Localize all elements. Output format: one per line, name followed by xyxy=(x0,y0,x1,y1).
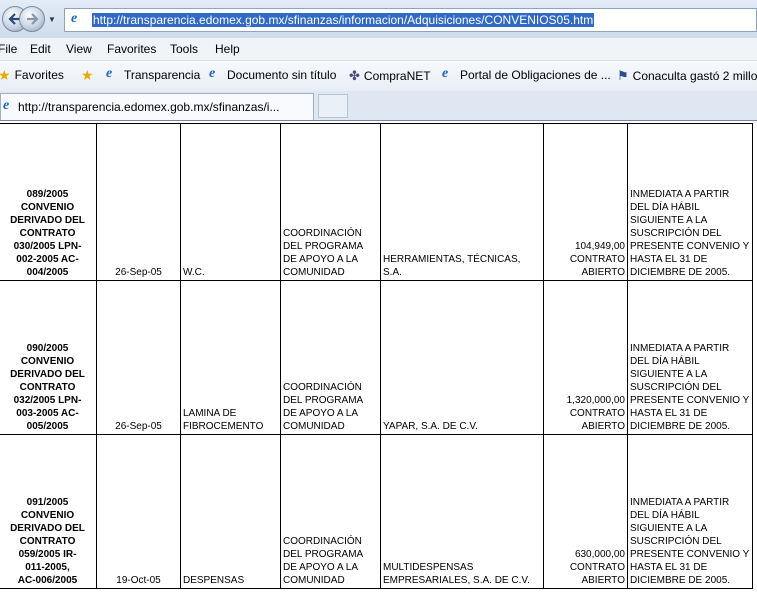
favorite-link-label: CompraNET xyxy=(363,69,431,83)
table-row: 091/2005 CONVENIO DERIVADO DEL CONTRATO … xyxy=(0,434,753,589)
recent-pages-dropdown-icon[interactable]: ▼ xyxy=(48,15,56,24)
browser-toolbar: ▼ e http://transparencia.edomex.gob.mx/s… xyxy=(0,0,757,38)
table-row: 089/2005 CONVENIO DERIVADO DEL CONTRATO … xyxy=(0,123,753,281)
favorite-link-label: Documento sin título xyxy=(227,68,337,82)
concept-cell: DESPENSAS xyxy=(180,434,281,589)
menu-help[interactable]: Help xyxy=(215,42,240,56)
add-favorite-star-icon: ★ xyxy=(81,67,94,83)
menu-tools[interactable]: Tools xyxy=(170,42,198,56)
date-cell: 26-Sep-05 xyxy=(96,280,181,435)
menu-favorites[interactable]: Favorites xyxy=(107,42,156,56)
menu-bar: File Edit View Favorites Tools Help xyxy=(0,38,757,60)
convenio-id-cell: 091/2005 CONVENIO DERIVADO DEL CONTRATO … xyxy=(0,434,97,589)
convenio-id: 089/2005 CONVENIO DERIVADO DEL CONTRATO … xyxy=(10,189,85,278)
add-to-favorites-button[interactable]: ★ xyxy=(81,68,94,82)
convenio-id: 091/2005 CONVENIO DERIVADO DEL CONTRATO … xyxy=(10,497,85,586)
date-cell: 26-Sep-05 xyxy=(96,123,181,281)
ie-page-icon: e xyxy=(209,66,216,81)
supplier-cell: MULTIDESPENSAS EMPRESARIALES, S.A. DE C.… xyxy=(380,434,544,589)
forward-button[interactable] xyxy=(19,6,45,32)
favorite-link-conaculta[interactable]: ⚑ Conaculta gastó 2 millo xyxy=(617,68,757,84)
ie-page-icon: e xyxy=(106,66,113,81)
convenios-table: 089/2005 CONVENIO DERIVADO DEL CONTRATO … xyxy=(0,123,753,589)
supplier-cell: YAPAR, S.A. DE C.V. xyxy=(380,280,544,435)
area-cell: COORDINACIÓN DEL PROGRAMA DE APOYO A LA … xyxy=(280,280,381,435)
term-cell: INMEDIATA A PARTIR DEL DÍA HÁBIL SIGUIEN… xyxy=(627,123,753,281)
new-tab-button[interactable] xyxy=(318,94,348,118)
compranet-icon: ✤ xyxy=(349,68,360,83)
page-content: 089/2005 CONVENIO DERIVADO DEL CONTRATO … xyxy=(0,120,757,593)
favorite-link-label: Portal de Obligaciones de ... xyxy=(460,68,611,82)
table-row: 090/2005 CONVENIO DERIVADO DEL CONTRATO … xyxy=(0,280,753,435)
arrow-right-icon xyxy=(27,13,39,25)
address-url[interactable]: http://transparencia.edomex.gob.mx/sfina… xyxy=(92,13,595,27)
favorite-link-label: Transparencia xyxy=(124,68,201,82)
concept-cell: W.C. xyxy=(180,123,281,281)
menu-view[interactable]: View xyxy=(66,42,92,56)
term-cell: INMEDIATA A PARTIR DEL DÍA HÁBIL SIGUIEN… xyxy=(627,434,753,589)
menu-file[interactable]: File xyxy=(0,42,17,56)
favorites-label: Favorites xyxy=(14,68,64,82)
concept-cell: LAMINA DE FIBROCEMENTO xyxy=(180,280,281,435)
amount-cell: 1,320,000,00 CONTRATO ABIERTO xyxy=(543,280,628,435)
term-cell: INMEDIATA A PARTIR DEL DÍA HÁBIL SIGUIEN… xyxy=(627,280,753,435)
tab-current[interactable]: e http://transparencia.edomex.gob.mx/sfi… xyxy=(0,93,314,120)
menu-edit[interactable]: Edit xyxy=(30,42,51,56)
favorites-button[interactable]: ★ Favorites xyxy=(0,68,64,82)
favorite-link-portal[interactable]: e Portal de Obligaciones de ... xyxy=(442,66,611,82)
date-cell: 19-Oct-05 xyxy=(96,434,181,589)
convenio-id-cell: 089/2005 CONVENIO DERIVADO DEL CONTRATO … xyxy=(0,123,97,281)
star-icon: ★ xyxy=(0,68,11,82)
favorite-link-documento[interactable]: e Documento sin título xyxy=(209,66,337,82)
tab-title: http://transparencia.edomex.gob.mx/sfina… xyxy=(18,100,280,114)
ie-page-icon: e xyxy=(71,11,78,26)
convenio-id: 090/2005 CONVENIO DERIVADO DEL CONTRATO … xyxy=(10,343,85,432)
convenio-id-cell: 090/2005 CONVENIO DERIVADO DEL CONTRATO … xyxy=(0,280,97,435)
ie-page-icon: e xyxy=(442,66,449,81)
tab-strip: e http://transparencia.edomex.gob.mx/sfi… xyxy=(0,91,757,120)
favorite-link-compranet[interactable]: ✤ CompraNET xyxy=(349,68,431,84)
supplier-cell: HERRAMIENTAS, TÉCNICAS, S.A. xyxy=(380,123,544,281)
flag-icon: ⚑ xyxy=(617,68,629,83)
address-bar[interactable]: e http://transparencia.edomex.gob.mx/sfi… xyxy=(64,8,757,32)
ie-page-icon: e xyxy=(3,98,10,113)
favorite-link-label: Conaculta gastó 2 millo xyxy=(632,69,757,83)
amount-cell: 630,000,00 CONTRATO ABIERTO xyxy=(543,434,628,589)
amount-cell: 104,949,00 CONTRATO ABIERTO xyxy=(543,123,628,281)
area-cell: COORDINACIÓN DEL PROGRAMA DE APOYO A LA … xyxy=(280,123,381,281)
favorites-bar: ★ Favorites ★ e Transparencia e Document… xyxy=(0,60,757,92)
area-cell: COORDINACIÓN DEL PROGRAMA DE APOYO A LA … xyxy=(280,434,381,589)
favorite-link-transparencia[interactable]: e Transparencia xyxy=(106,66,201,82)
